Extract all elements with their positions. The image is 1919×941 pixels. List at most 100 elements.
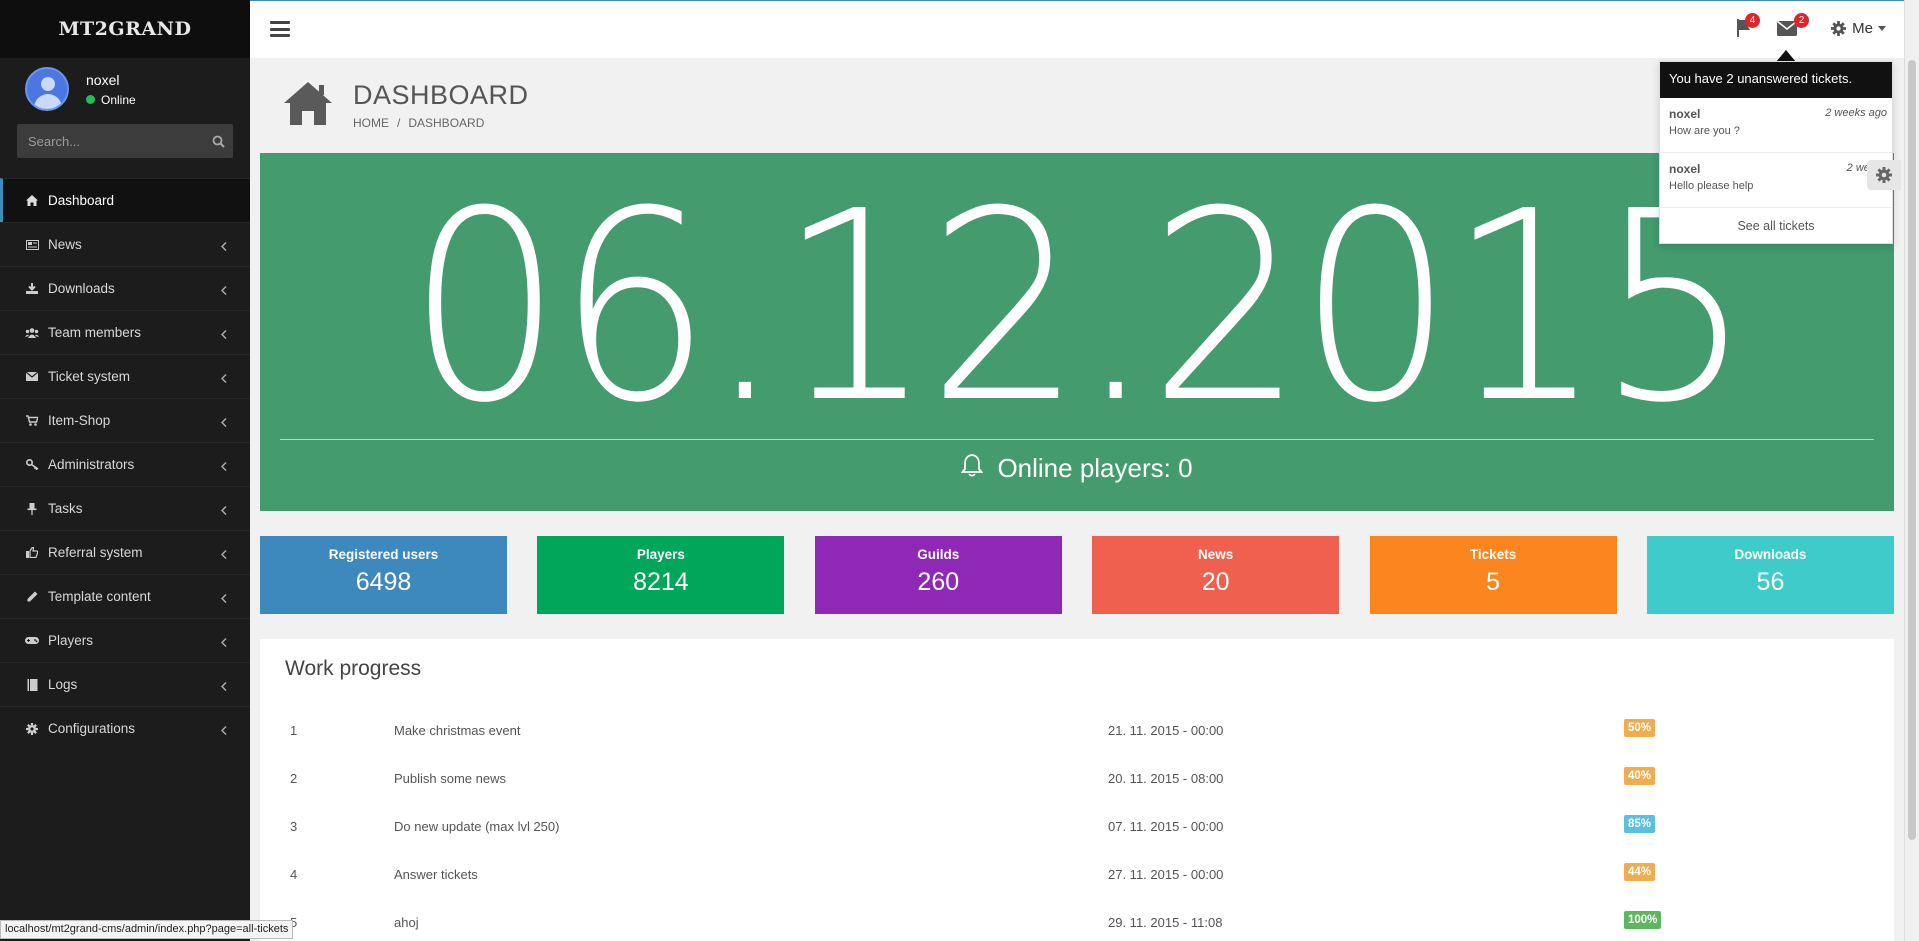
search-icon[interactable] — [204, 124, 233, 158]
sidebar-item-dashboard[interactable]: Dashboard — [0, 178, 250, 222]
online-players: Online players: 0 — [260, 453, 1894, 484]
chevron-left-icon — [220, 459, 227, 474]
page-header: DASHBOARD HOME / DASHBOARD — [283, 80, 529, 130]
pencil-icon — [25, 590, 39, 604]
sidebar-item-label: Administrators — [48, 457, 135, 472]
work-progress-title: Work progress — [285, 657, 422, 680]
stat-label: Registered users — [328, 547, 439, 562]
stat-value: 5 — [1486, 568, 1501, 596]
sidebar-item-downloads[interactable]: Downloads — [0, 266, 250, 310]
sidebar-toggle-icon[interactable] — [270, 21, 290, 37]
progress-badge: 40% — [1624, 767, 1656, 785]
gear-icon — [1831, 21, 1847, 36]
stat-downloads[interactable]: Downloads 56 — [1646, 536, 1894, 614]
sidebar-item-logs[interactable]: Logs — [0, 662, 250, 706]
ticket-time: 2 weeks ago — [1825, 107, 1887, 119]
stats-row: Registered users 6498 Players 8214 Guild… — [260, 536, 1894, 614]
sidebar-item-label: Players — [48, 633, 94, 648]
cart-icon — [25, 414, 39, 428]
sidebar-item-news[interactable]: News — [0, 222, 250, 266]
users-icon — [25, 326, 39, 340]
ticket-item[interactable]: noxel How are you ? 2 weeks ago — [1660, 98, 1892, 153]
settings-gear-icon[interactable] — [1867, 160, 1901, 190]
sidebar: MT2GRAND noxel Online Dashboard News — [0, 0, 250, 941]
sidebar-item-administrators[interactable]: Administrators — [0, 442, 250, 486]
chevron-left-icon — [220, 635, 227, 650]
stat-tickets[interactable]: Tickets 5 — [1369, 536, 1617, 614]
task-name: ahoj — [394, 915, 419, 930]
search-input[interactable] — [17, 133, 204, 149]
app-logo[interactable]: MT2GRAND — [59, 18, 192, 40]
flag-badge: 4 — [1745, 13, 1760, 28]
user-status-label: Online — [101, 92, 136, 107]
stat-label: News — [1198, 547, 1234, 562]
table-row: 2 Publish some news 20. 11. 2015 - 08:00… — [260, 757, 1894, 805]
sidebar-item-template-content[interactable]: Template content — [0, 574, 250, 618]
task-name: Answer tickets — [394, 867, 478, 882]
sidebar-item-label: Referral system — [48, 545, 143, 560]
user-menu[interactable]: Me — [1831, 20, 1886, 37]
sidebar-item-configurations[interactable]: Configurations — [0, 706, 250, 750]
stat-players[interactable]: Players 8214 — [537, 536, 785, 614]
hero-date: 06.12.2015 — [407, 155, 1752, 460]
sidebar-item-item-shop[interactable]: Item-Shop — [0, 398, 250, 442]
table-row: 1 Make christmas event 21. 11. 2015 - 00… — [260, 709, 1894, 757]
chevron-left-icon — [220, 371, 227, 386]
sidebar-item-label: News — [48, 237, 82, 252]
user-name: noxel — [86, 71, 120, 88]
task-name: Make christmas event — [394, 723, 521, 738]
stat-registered-users[interactable]: Registered users 6498 — [260, 536, 507, 614]
sidebar-item-label: Template content — [48, 589, 151, 604]
key-icon — [25, 458, 39, 472]
mail-badge: 2 — [1794, 13, 1809, 28]
stat-value: 20 — [1201, 568, 1230, 596]
ticket-item[interactable]: noxel Hello please help 2 weeks — [1660, 153, 1892, 208]
stat-label: Players — [636, 547, 685, 562]
task-number: 2 — [290, 771, 298, 786]
scrollbar-thumb[interactable] — [1908, 60, 1916, 840]
stat-value: 8214 — [633, 568, 689, 596]
user-menu-label: Me — [1852, 20, 1873, 37]
chevron-left-icon — [220, 503, 227, 518]
thumbs-up-icon — [25, 546, 39, 560]
stat-guilds[interactable]: Guilds 260 — [814, 536, 1062, 614]
ticket-message: Hello please help — [1669, 180, 1754, 192]
ticket-message: How are you ? — [1669, 125, 1740, 137]
home-icon — [283, 80, 333, 130]
sidebar-item-label: Tasks — [48, 501, 83, 516]
sidebar-item-tasks[interactable]: Tasks — [0, 486, 250, 530]
stat-label: Tickets — [1469, 547, 1517, 562]
avatar — [25, 67, 69, 111]
sidebar-menu: Dashboard News Downloads Team members Ti… — [0, 178, 250, 750]
browser-status-url: localhost/mt2grand-cms/admin/index.php?p… — [0, 920, 294, 939]
task-date: 29. 11. 2015 - 11:08 — [1108, 915, 1223, 930]
chevron-left-icon — [220, 415, 227, 430]
user-panel: noxel Online — [0, 58, 250, 120]
chevron-left-icon — [220, 679, 227, 694]
stat-news[interactable]: News 20 — [1092, 536, 1340, 614]
sidebar-item-label: Team members — [48, 325, 142, 340]
sidebar-item-ticket-system[interactable]: Ticket system — [0, 354, 250, 398]
chevron-left-icon — [220, 327, 227, 342]
sidebar-item-referral-system[interactable]: Referral system — [0, 530, 250, 574]
sidebar-item-label: Ticket system — [48, 369, 131, 384]
page-scrollbar[interactable] — [1904, 0, 1919, 941]
stat-value: 6498 — [355, 568, 412, 596]
stat-label: Downloads — [1734, 547, 1807, 562]
stat-label: Guilds — [917, 547, 960, 562]
tickets-dropdown: You have 2 unanswered tickets. noxel How… — [1659, 61, 1893, 244]
task-name: Publish some news — [394, 771, 506, 786]
task-number: 3 — [290, 819, 298, 834]
see-all-tickets-link[interactable]: See all tickets — [1660, 208, 1892, 244]
gamepad-icon — [25, 634, 39, 648]
sidebar-item-team-members[interactable]: Team members — [0, 310, 250, 354]
gear-icon — [25, 722, 39, 736]
task-name: Do new update (max lvl 250) — [394, 819, 560, 834]
table-row: 4 Answer tickets 27. 11. 2015 - 00:00 44… — [260, 853, 1894, 901]
table-row: 3 Do new update (max lvl 250) 07. 11. 20… — [260, 805, 1894, 853]
breadcrumb-home[interactable]: HOME — [353, 116, 389, 130]
sidebar-item-players[interactable]: Players — [0, 618, 250, 662]
breadcrumb: HOME / DASHBOARD — [353, 116, 485, 130]
top-navbar: 4 2 Me — [250, 0, 1904, 58]
chevron-left-icon — [220, 547, 227, 562]
